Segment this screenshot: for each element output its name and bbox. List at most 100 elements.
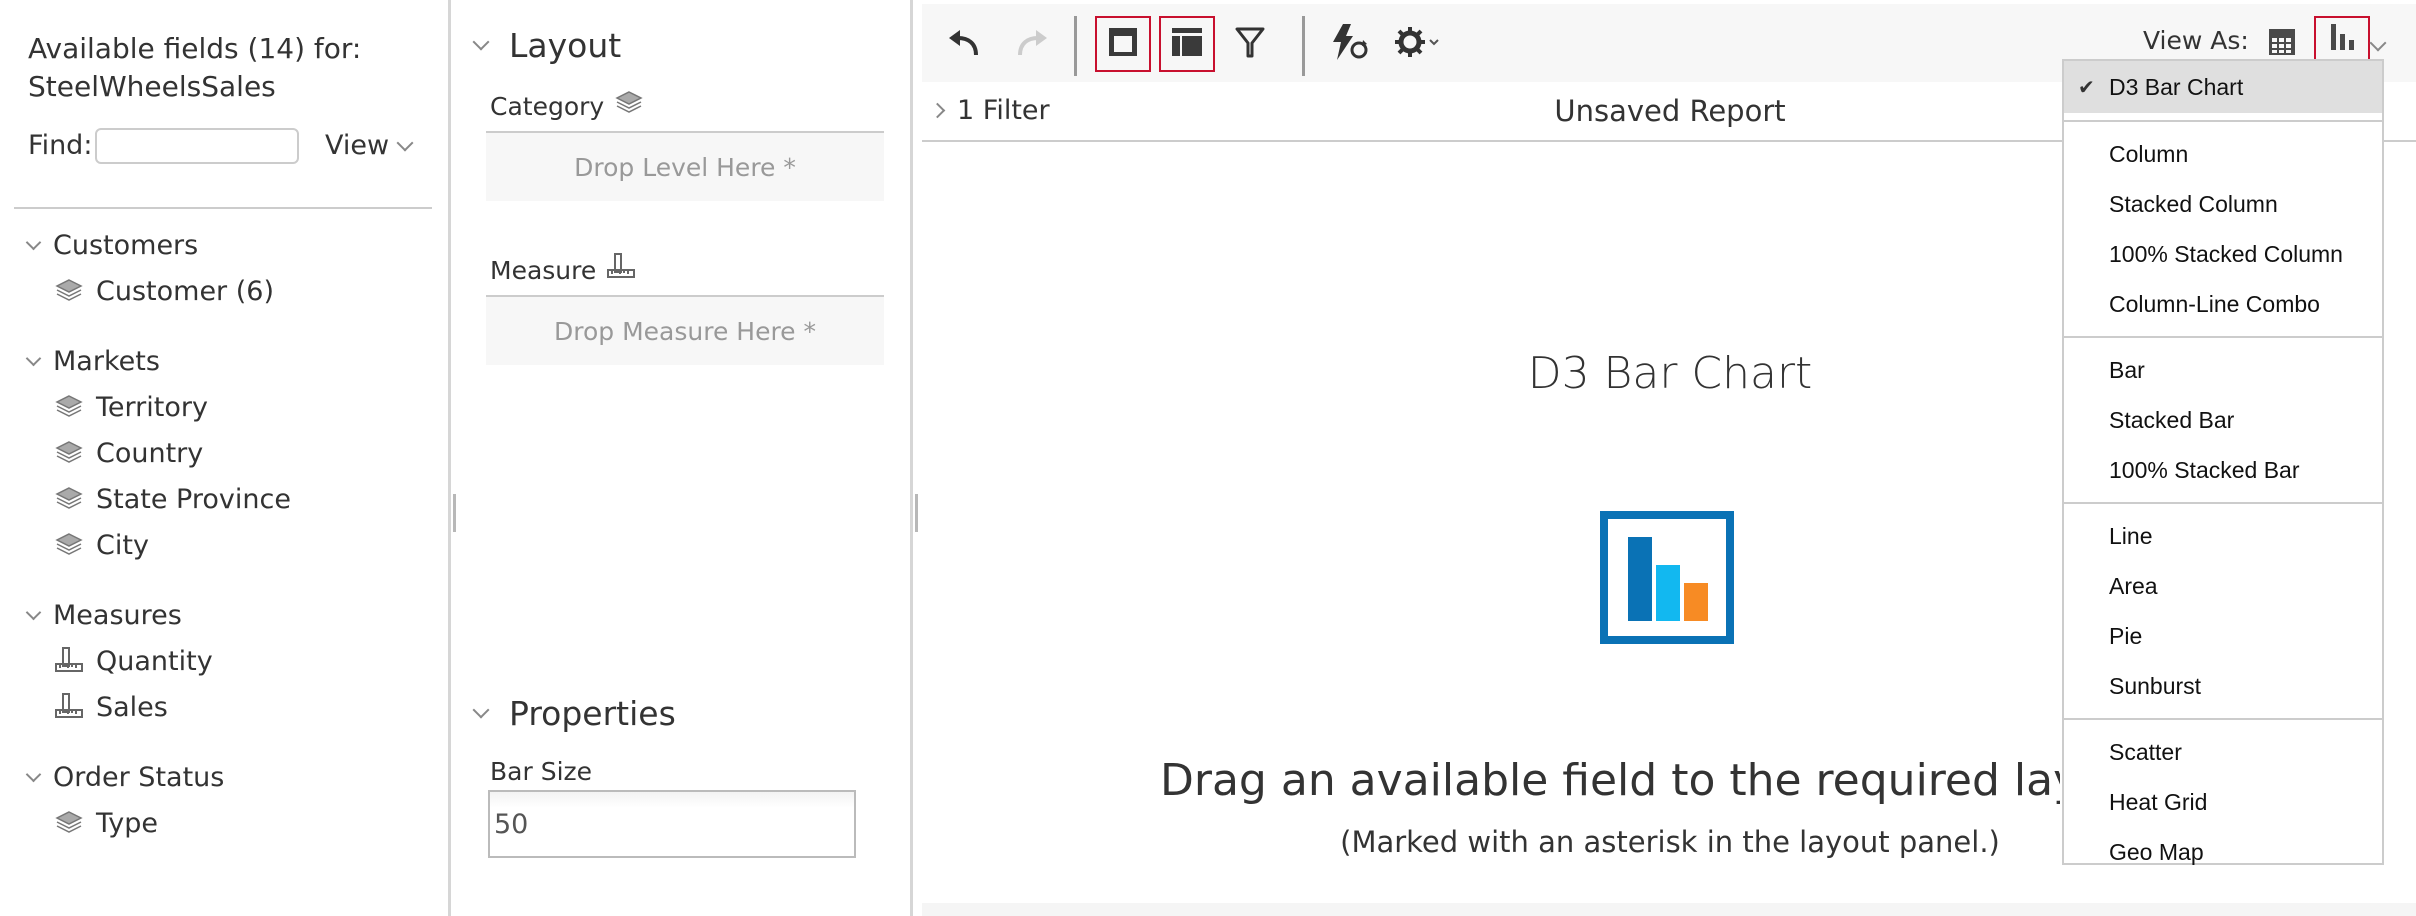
field-group-label: Markets — [53, 345, 160, 377]
layout-section-header[interactable]: Layout — [463, 26, 621, 65]
field-group-header[interactable]: Order Status — [22, 754, 442, 800]
filter-count-label: 1 Filter — [957, 95, 1050, 126]
field-item[interactable]: Sales — [22, 684, 442, 730]
level-icon — [54, 810, 84, 836]
redo-button[interactable] — [1004, 16, 1060, 72]
left-splitter-handle[interactable] — [453, 494, 456, 532]
chevron-down-icon — [472, 701, 490, 718]
fields-panel-icon — [1170, 26, 1204, 62]
field-group-label: Measures — [53, 599, 182, 631]
chart-type-dropdown-toggle[interactable] — [2369, 34, 2387, 53]
middle-splitter-handle[interactable] — [915, 494, 918, 532]
field-item[interactable]: Customer (6) — [22, 268, 442, 314]
menu-item-heat-grid[interactable]: Heat Grid — [2064, 777, 2382, 827]
report-title[interactable]: Unsaved Report — [1440, 94, 1900, 128]
view-as-chart-button[interactable] — [2314, 16, 2370, 60]
view-dropdown[interactable]: View — [325, 130, 414, 161]
menu-separator — [2064, 718, 2382, 720]
field-item-label: Territory — [96, 391, 208, 423]
measure-icon — [54, 647, 84, 674]
toggle-layout-panel-button[interactable] — [1095, 16, 1151, 72]
measure-drop-zone[interactable]: Drop Measure Here * — [486, 295, 884, 365]
menu-item-label: Stacked Bar — [2109, 406, 2235, 433]
menu-item-geo-map[interactable]: Geo Map — [2064, 827, 2382, 877]
menu-item-stacked-bar[interactable]: Stacked Bar — [2064, 395, 2382, 445]
menu-item-pie[interactable]: Pie — [2064, 611, 2382, 661]
field-item[interactable]: Quantity — [22, 638, 442, 684]
chevron-down-icon — [25, 766, 42, 782]
view-label: View — [325, 130, 390, 161]
category-label: Category — [490, 90, 644, 122]
measure-label: Measure — [490, 252, 636, 288]
field-group: Measures Quantity Sales — [22, 592, 442, 730]
level-icon — [614, 90, 644, 122]
category-drop-zone[interactable]: Drop Level Here * — [486, 131, 884, 201]
menu-item-label: 100% Stacked Column — [2109, 240, 2343, 267]
chevron-down-icon — [25, 350, 42, 366]
field-item-label: State Province — [96, 483, 291, 515]
menu-item-column[interactable]: Column — [2064, 129, 2382, 179]
layout-panel: Layout Category Drop Level Here * Measur… — [451, 0, 913, 916]
menu-item-area[interactable]: Area — [2064, 561, 2382, 611]
auto-refresh-button[interactable] — [1322, 16, 1382, 72]
field-item[interactable]: State Province — [22, 476, 442, 522]
field-group-label: Customers — [53, 229, 199, 261]
menu-item-scatter[interactable]: Scatter — [2064, 727, 2382, 777]
menu-item-label: Column-Line Combo — [2109, 290, 2320, 317]
menu-item-line[interactable]: Line — [2064, 511, 2382, 561]
data-source-name: SteelWheelsSales — [28, 70, 276, 103]
field-item[interactable]: Type — [22, 800, 442, 846]
canvas-footer — [922, 903, 2416, 916]
level-icon — [54, 486, 84, 512]
menu-item-stacked-column[interactable]: Stacked Column — [2064, 179, 2382, 229]
properties-header-label: Properties — [509, 694, 676, 733]
filter-icon — [1234, 25, 1266, 63]
toolbar-separator — [1074, 16, 1077, 76]
menu-item-label: D3 Bar Chart — [2109, 73, 2244, 100]
undo-button[interactable] — [936, 16, 992, 72]
properties-section-header[interactable]: Properties — [463, 694, 676, 733]
bar-size-input[interactable]: 50 — [488, 790, 856, 858]
field-item-label: Quantity — [96, 645, 213, 677]
level-icon — [54, 532, 84, 558]
divider — [14, 207, 432, 209]
menu-item-label: Bar — [2109, 356, 2145, 383]
field-group-header[interactable]: Markets — [22, 338, 442, 384]
measure-icon — [606, 252, 636, 288]
bar-chart-icon — [2327, 22, 2357, 56]
field-group: Customers Customer (6) — [22, 222, 442, 314]
menu-item-sunburst[interactable]: Sunburst — [2064, 661, 2382, 711]
filter-toggle[interactable]: 1 Filter — [929, 95, 1050, 126]
chevron-right-icon — [929, 102, 946, 119]
menu-separator — [2064, 502, 2382, 504]
menu-item-label: Scatter — [2109, 738, 2182, 765]
menu-item-100-stacked-bar[interactable]: 100% Stacked Bar — [2064, 445, 2382, 495]
filter-button[interactable] — [1222, 16, 1278, 72]
menu-item-column-line-combo[interactable]: Column-Line Combo — [2064, 279, 2382, 329]
field-group-header[interactable]: Measures — [22, 592, 442, 638]
settings-button[interactable] — [1388, 16, 1448, 72]
field-item[interactable]: Country — [22, 430, 442, 476]
field-group: Markets Territory Country State Province Cit… — [22, 338, 442, 568]
menu-item-100-stacked-column[interactable]: 100% Stacked Column — [2064, 229, 2382, 279]
available-fields-title: Available fields (14) for: SteelWheelsSa… — [28, 30, 428, 106]
toggle-fields-panel-button[interactable] — [1159, 16, 1215, 72]
menu-item-d3-bar-chart[interactable]: ✔ D3 Bar Chart — [2064, 61, 2382, 113]
field-item[interactable]: City — [22, 522, 442, 568]
d3-bar-chart-icon — [1600, 511, 1734, 644]
field-item-label: Customer (6) — [96, 275, 274, 307]
undo-icon — [946, 27, 982, 61]
layout-panel-icon — [1107, 26, 1139, 62]
field-item-label: City — [96, 529, 149, 561]
level-icon — [54, 278, 84, 304]
menu-separator — [2064, 120, 2382, 122]
field-tree: Customers Customer (6) Markets Territory Cou… — [22, 222, 442, 870]
find-input[interactable] — [95, 128, 299, 164]
field-item[interactable]: Territory — [22, 384, 442, 430]
visualization-title: D3 Bar Chart — [1527, 348, 1813, 399]
redo-icon — [1014, 27, 1050, 61]
menu-item-label: Pie — [2109, 622, 2143, 649]
measure-icon — [54, 693, 84, 720]
field-group-header[interactable]: Customers — [22, 222, 442, 268]
menu-item-bar[interactable]: Bar — [2064, 345, 2382, 395]
